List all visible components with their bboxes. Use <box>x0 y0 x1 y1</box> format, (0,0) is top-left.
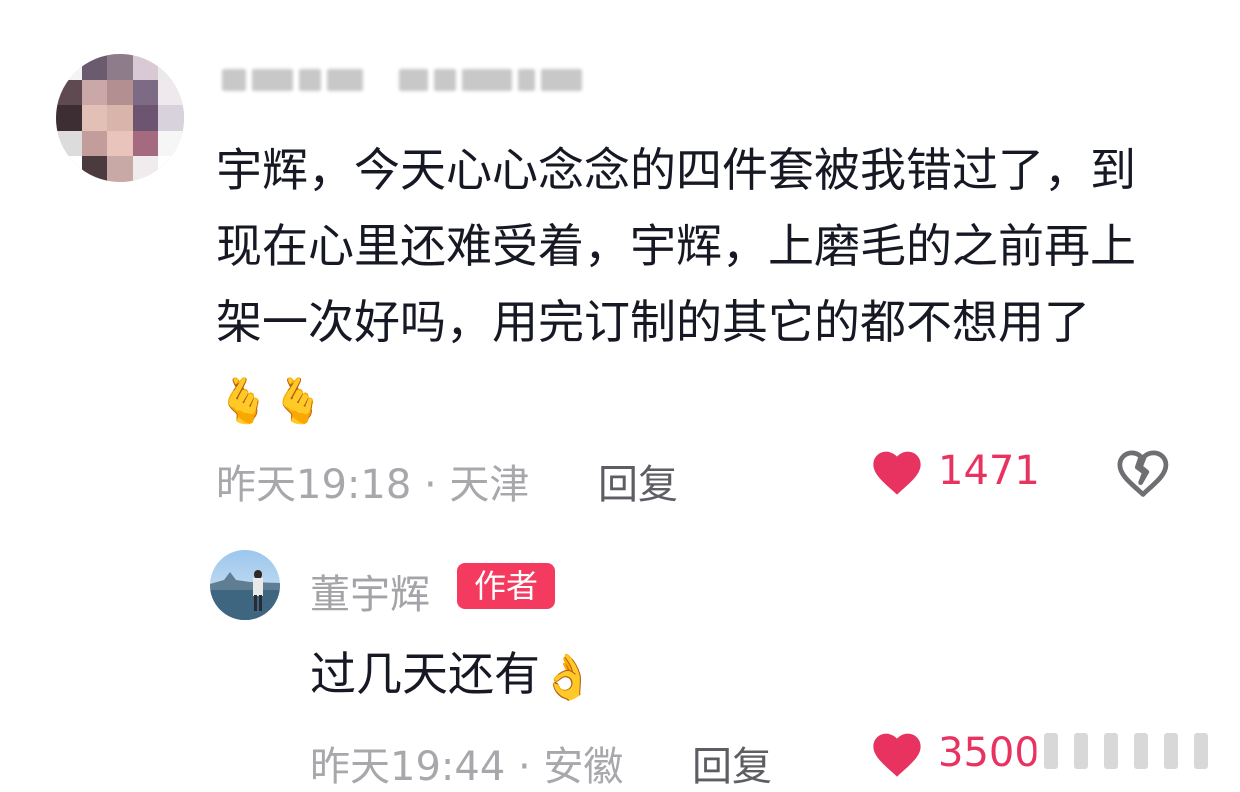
comment-text: 宇辉，今天心心念念的四件套被我错过了，到现在心里还难受着，宇辉，上磨毛的之前再上… <box>216 132 1166 440</box>
comment-like-button[interactable]: 1471 <box>870 446 1040 496</box>
commenter-username-redacted[interactable] <box>222 60 583 100</box>
reply-time-location: 昨天19:44 · 安徽 <box>310 744 624 790</box>
author-badge: 作者 <box>457 563 555 609</box>
reply-like-button[interactable]: 3500 <box>870 728 1040 778</box>
reply-reply-button[interactable]: 回复 <box>692 734 772 792</box>
comment-body: 宇辉，今天心心念念的四件套被我错过了，到现在心里还难受着，宇辉，上磨毛的之前再上… <box>216 143 1136 349</box>
heart-icon <box>873 733 921 777</box>
author-avatar[interactable] <box>210 550 280 620</box>
reply-like-count: 3500 <box>938 730 1040 776</box>
ok-hand-emoji: 👌 <box>540 651 595 703</box>
comment-reply-button[interactable]: 回复 <box>598 452 678 510</box>
broken-heart-icon[interactable] <box>1114 446 1172 498</box>
finger-heart-emoji: 🫰🫰 <box>216 375 326 427</box>
reply-body: 过几天还有 <box>310 647 540 701</box>
comment-time-location: 昨天19:18 · 天津 <box>216 462 530 508</box>
reply-text: 过几天还有👌 <box>310 636 595 716</box>
author-username[interactable]: 董宇辉 <box>310 562 430 620</box>
watermark <box>1036 724 1216 778</box>
heart-icon <box>873 451 921 495</box>
comment-like-count: 1471 <box>938 448 1040 494</box>
commenter-avatar[interactable] <box>56 54 184 182</box>
author-avatar-image <box>210 570 280 620</box>
